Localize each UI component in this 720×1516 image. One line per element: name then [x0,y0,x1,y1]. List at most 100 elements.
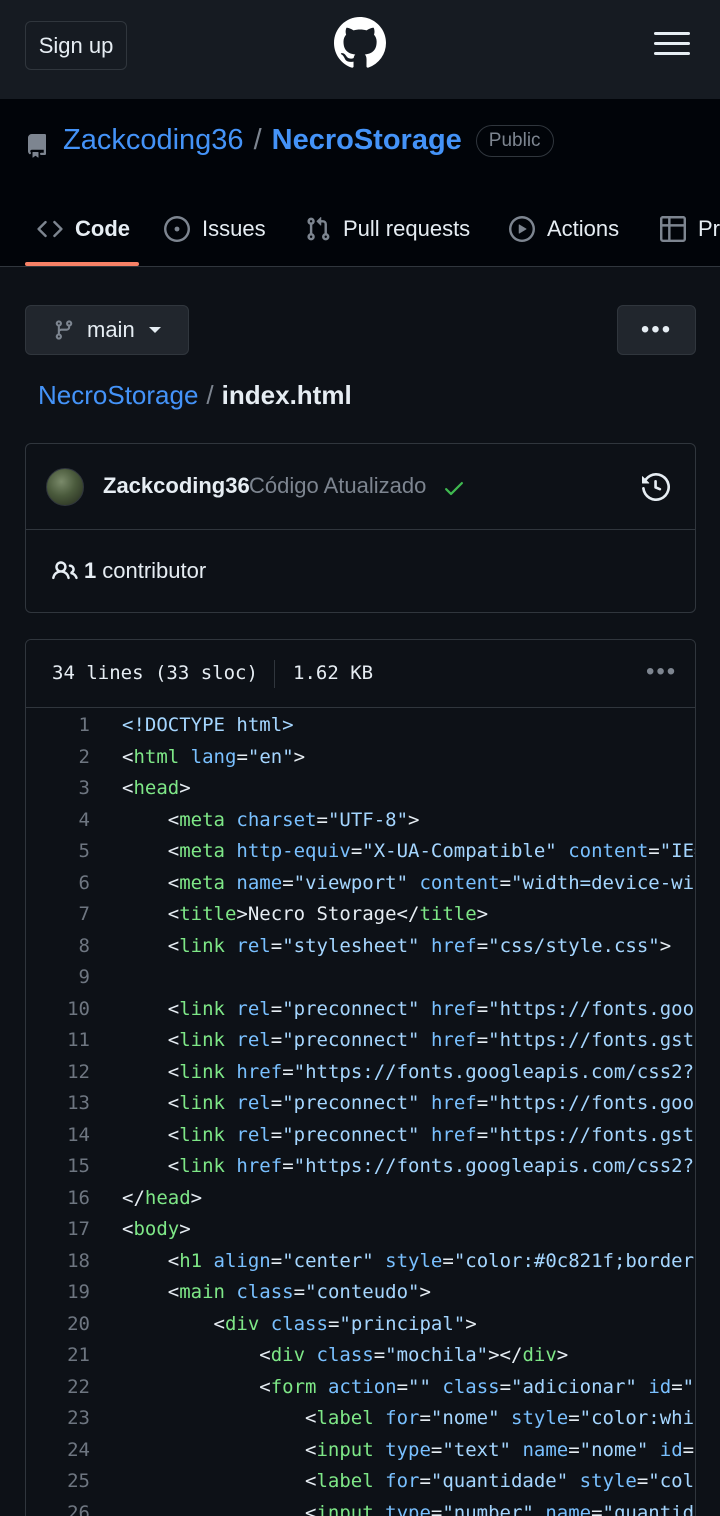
kebab-horizontal-icon[interactable]: ••• [646,658,677,686]
line-number[interactable]: 23 [26,1403,90,1435]
repo-title: Zackcoding36 / NecroStorage Public [63,124,554,157]
tab-label: Pull requests [343,216,471,241]
more-options-button[interactable]: ••• [617,305,696,355]
line-number[interactable]: 21 [26,1340,90,1372]
code-line: 11 <link rel="preconnect" href="https://… [26,1025,695,1057]
divider [274,660,275,688]
code-text: <label for="nome" style="color:white [122,1407,695,1429]
code-text: <link href="https://fonts.googleapis.com… [122,1060,695,1083]
code-text: <html lang="en"> [122,745,306,768]
code-text: <title>Necro Storage</title> [122,903,489,925]
code-line: 14 <link rel="preconnect" href="https://… [26,1120,695,1152]
code-text: <input type="number" name="quantidade" [122,1501,695,1516]
code-line: 25 <label for="quantidade" style="color [26,1466,695,1498]
line-number[interactable]: 26 [26,1498,90,1516]
repo-name-link[interactable]: NecroStorage [272,124,462,157]
code-line: 8 <link rel="stylesheet" href="css/style… [26,931,695,963]
repo-separator: / [253,124,262,156]
code-line: 7 <title>Necro Storage</title> [26,899,695,931]
contributors-row[interactable]: 1 contributor [52,558,206,584]
code-text: <meta http-equiv="X-UA-Compatible" conte… [122,840,695,862]
tab-issues[interactable]: Issues [164,196,266,262]
line-number[interactable]: 3 [26,773,90,805]
code-line: 16 </head> [26,1183,695,1215]
kebab-horizontal-icon: ••• [640,316,673,343]
line-number[interactable]: 11 [26,1025,90,1057]
breadcrumb-repo-link[interactable]: NecroStorage [38,380,198,410]
breadcrumb-file: index.html [221,380,352,410]
code-text: <link rel="preconnect" href="https://fon… [122,1092,695,1114]
line-number[interactable]: 20 [26,1309,90,1341]
code-text: <div class="principal"> [122,1312,477,1335]
play-icon [509,216,535,242]
line-number[interactable]: 5 [26,836,90,868]
line-number[interactable]: 19 [26,1277,90,1309]
commit-author-link[interactable]: Zackcoding36 [103,473,250,499]
line-number[interactable]: 8 [26,931,90,963]
line-number[interactable]: 16 [26,1183,90,1215]
code-text: <link rel="preconnect" href="https://fon… [122,997,695,1020]
code-line: 4 <meta charset="UTF-8"> [26,805,695,837]
line-number[interactable]: 12 [26,1057,90,1089]
sign-up-button[interactable]: Sign up [25,21,127,70]
line-number[interactable]: 9 [26,962,90,994]
line-number[interactable]: 10 [26,994,90,1026]
line-number[interactable]: 13 [26,1088,90,1120]
code-line: 15 <link href="https://fonts.googleapis.… [26,1151,695,1183]
code-text: </head> [122,1186,203,1209]
tab-actions[interactable]: Actions [509,196,619,262]
line-number[interactable]: 18 [26,1246,90,1278]
line-number[interactable]: 25 [26,1466,90,1498]
tab-pull-requests[interactable]: Pull requests [305,196,470,262]
code-line: 2 <html lang="en"> [26,742,695,774]
code-text: <input type="text" name="nome" id=" [122,1438,695,1461]
line-number[interactable]: 7 [26,899,90,931]
contributor-count: 1 [84,558,97,583]
pull-request-icon [307,216,330,241]
code-text: <div class="mochila"></div> [122,1344,569,1366]
line-number[interactable]: 6 [26,868,90,900]
code-line: 6 <meta name="viewport" content="width=d… [26,868,695,900]
repo-owner-link[interactable]: Zackcoding36 [63,124,244,157]
line-number[interactable]: 15 [26,1151,90,1183]
code-line: 3 <head> [26,773,695,805]
code-text: <body> [122,1218,191,1240]
check-icon[interactable] [442,476,466,500]
latest-commit-box: Zackcoding36 Código Atualizado 1 contrib… [25,443,696,613]
code-line: 10 <link rel="preconnect" href="https://… [26,994,695,1026]
issue-icon [164,216,190,242]
code-text: <link href="https://fonts.googleapis.com… [122,1155,695,1177]
code-line: 1 <!DOCTYPE html> [26,710,695,742]
code-text: <h1 align="center" style="color:#0c821f;… [122,1249,696,1272]
branch-selector-button[interactable]: main [25,305,189,355]
file-size: 1.62 KB [293,662,374,684]
line-number[interactable]: 2 [26,742,90,774]
contributor-label: contributor [102,558,207,583]
code-icon [37,220,63,238]
line-number[interactable]: 1 [26,710,90,742]
file-info-header: 34 lines (33 sloc) 1.62 KB ••• [26,640,695,708]
code-text: <meta name="viewport" content="width=dev… [122,871,695,894]
code-text: <main class="conteudo"> [122,1281,431,1303]
code-line: 20 <div class="principal"> [26,1309,695,1341]
people-icon [52,561,78,580]
github-logo-icon[interactable] [334,17,386,69]
tab-code[interactable]: Code [37,196,130,262]
line-number[interactable]: 22 [26,1372,90,1404]
tab-label: Pr [698,216,720,241]
line-number[interactable]: 14 [26,1120,90,1152]
line-number[interactable]: 17 [26,1214,90,1246]
code-line: 22 <form action="" class="adicionar" id=… [26,1372,695,1404]
line-number[interactable]: 24 [26,1435,90,1467]
visibility-badge: Public [475,124,554,157]
code-line: 17 <body> [26,1214,695,1246]
line-number[interactable]: 4 [26,805,90,837]
history-icon[interactable] [642,473,670,501]
table-icon [660,216,686,242]
tab-projects[interactable]: Pr [660,196,720,262]
code-line: 26 <input type="number" name="quantidade… [26,1498,695,1516]
git-branch-icon [55,320,73,340]
avatar[interactable] [46,468,84,506]
menu-icon[interactable] [654,30,690,58]
commit-message-link[interactable]: Código Atualizado [249,473,426,499]
